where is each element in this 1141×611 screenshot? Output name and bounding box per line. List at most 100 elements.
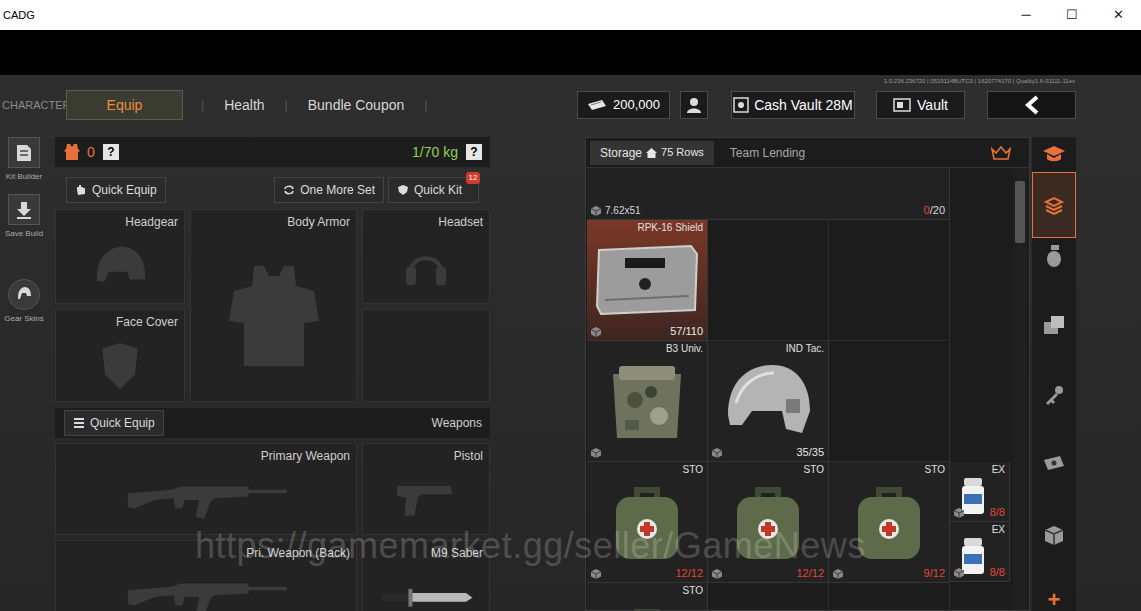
loadout-header: 0?1/70 kg?: [55, 137, 490, 167]
category-button[interactable]: [1032, 137, 1076, 171]
stored-icon: [954, 568, 964, 578]
window-control[interactable]: ─: [1003, 0, 1049, 30]
gear-slot-empty[interactable]: [362, 309, 490, 402]
cash-icon: [1042, 454, 1066, 472]
item-count: 12/12: [675, 568, 703, 579]
nav-tab[interactable]: Bundle Coupon: [306, 90, 407, 120]
storage-item[interactable]: STO: [587, 583, 708, 610]
storage-grid: 7.62x510/20RPK-16 Shield57/110B3 Univ.IN…: [587, 168, 1010, 610]
add-category-button[interactable]: +: [1032, 588, 1076, 611]
storage-row: RPK-16 Shield57/110: [587, 220, 1010, 341]
money-display: 200,000: [577, 91, 670, 119]
stored-icon: [591, 206, 601, 216]
stored-icon: [712, 448, 722, 458]
item-label: STO: [804, 464, 824, 476]
help-badge[interactable]: ?: [103, 144, 119, 160]
tool-button[interactable]: Gear Skins: [4, 279, 44, 324]
title-bar: CADG─☐✕: [0, 0, 1141, 30]
item-count: 8/8: [990, 567, 1005, 578]
category-button[interactable]: [1032, 378, 1076, 448]
scroll-thumb[interactable]: [1015, 181, 1025, 243]
vault-icon: [893, 98, 911, 112]
storage-item[interactable]: RPK-16 Shield57/110: [587, 220, 708, 341]
category-button[interactable]: [1032, 308, 1076, 378]
weapons-header: Quick EquipWeapons: [55, 408, 490, 438]
rifle-icon: [121, 571, 291, 611]
cash-vault-button[interactable]: Cash Vault 28M: [731, 91, 855, 119]
save-build-icon: [15, 200, 33, 220]
storage-cell-empty[interactable]: [708, 583, 829, 610]
cash-stack-icon: [587, 99, 607, 111]
stored-icon: [833, 569, 843, 579]
vault-button[interactable]: Vault: [876, 91, 965, 119]
stored-icon: [591, 569, 601, 579]
category-button[interactable]: [1032, 172, 1076, 238]
weight: 1/70 kg: [412, 142, 458, 163]
storage-item[interactable]: STO12/12: [708, 462, 829, 583]
category-button[interactable]: [1032, 448, 1076, 518]
storage-item[interactable]: STO12/12: [587, 462, 708, 583]
item-label: STO: [683, 585, 703, 597]
storage-tab[interactable]: Team Lending: [720, 141, 815, 165]
pouch-icon: [605, 360, 689, 444]
nav-tab[interactable]: Equip: [66, 90, 183, 120]
storage-cell-empty[interactable]: [829, 220, 950, 341]
item-count: 9/12: [924, 568, 945, 579]
one-more-set-button[interactable]: One More Set: [274, 177, 384, 203]
gear-slot[interactable]: Face Cover: [55, 309, 185, 402]
storage-item[interactable]: STO9/12: [829, 462, 950, 583]
back-button[interactable]: [987, 91, 1076, 119]
storage-item[interactable]: IND Tac.35/35: [708, 341, 829, 462]
help-badge[interactable]: ?: [466, 144, 482, 160]
window-control[interactable]: ✕: [1095, 0, 1141, 30]
storage-tab[interactable]: Storage75 Rows: [590, 141, 714, 165]
storage-scrollbar[interactable]: [1013, 168, 1027, 610]
loadout-actions: Quick Equip One More SetQuick Kit12: [55, 177, 490, 203]
weapon-slot[interactable]: Primary Weapon: [55, 443, 357, 535]
gear-slot[interactable]: Headset: [362, 209, 490, 304]
quick-equip-button[interactable]: Quick Equip: [66, 177, 166, 203]
medkit-icon: [612, 605, 682, 611]
shield-badge-icon: [397, 184, 409, 196]
storage-item[interactable]: EX8/8: [950, 522, 1010, 582]
storage-row: B3 Univ.IND Tac.35/35: [587, 341, 1010, 462]
headset-icon: [401, 242, 451, 292]
quick-kit-button[interactable]: Quick Kit12: [388, 177, 479, 203]
storage-item[interactable]: B3 Univ.: [587, 341, 708, 462]
basket-icon: [991, 146, 1011, 160]
profile-button[interactable]: [680, 91, 708, 119]
storage-sort-button[interactable]: [989, 143, 1013, 163]
top-nav: CHARACTEREquip|Health|Bundle Coupon|200,…: [0, 87, 1141, 123]
window-control[interactable]: ☐: [1049, 0, 1095, 30]
category-button[interactable]: [1032, 518, 1076, 588]
tool-sidebar: Kit Builder Save Build Gear Skins: [0, 137, 48, 611]
weapons-quick-equip-button[interactable]: Quick Equip: [64, 410, 164, 436]
ammo-icon: [1042, 314, 1066, 336]
category-button[interactable]: [1032, 238, 1076, 308]
loadout-panel: 0?1/70 kg?Quick EquipOne More SetQuick K…: [55, 137, 490, 611]
storage-item[interactable]: EX8/8: [950, 462, 1010, 522]
storage-cell-empty[interactable]: [829, 341, 950, 462]
storage-row: 7.62x510/20: [587, 168, 1010, 220]
storage-cell-empty[interactable]: [829, 583, 950, 610]
tool-button[interactable]: Kit Builder: [6, 137, 42, 182]
gear-slot[interactable]: Headgear: [55, 209, 185, 304]
nav-tab[interactable]: Health: [222, 90, 266, 120]
weapon-slot[interactable]: Pri. Weapon (Back): [55, 540, 357, 611]
list-icon: [73, 417, 85, 429]
weapon-grid: Primary WeaponPistolPri. Weapon (Back)M9…: [55, 443, 490, 611]
item-caliber: 7.62x51: [605, 206, 641, 216]
grenade-icon: [1044, 244, 1064, 268]
repeat-icon: [283, 184, 295, 196]
storage-item[interactable]: 7.62x510/20: [587, 168, 950, 220]
tool-button[interactable]: Save Build: [5, 194, 43, 239]
weapon-slot[interactable]: Pistol: [362, 443, 490, 535]
stash-icon: [1043, 194, 1065, 216]
weapon-slot[interactable]: M9 Saber: [362, 540, 490, 611]
storage-cell-empty[interactable]: [708, 220, 829, 341]
gear-slot[interactable]: Body Armor: [190, 209, 357, 402]
watermark: https://gamemarket.gg/seller/GameNews: [195, 528, 866, 564]
shield-icon: [595, 244, 699, 316]
category-bar: +: [1032, 137, 1076, 611]
pistol-icon: [393, 479, 459, 521]
